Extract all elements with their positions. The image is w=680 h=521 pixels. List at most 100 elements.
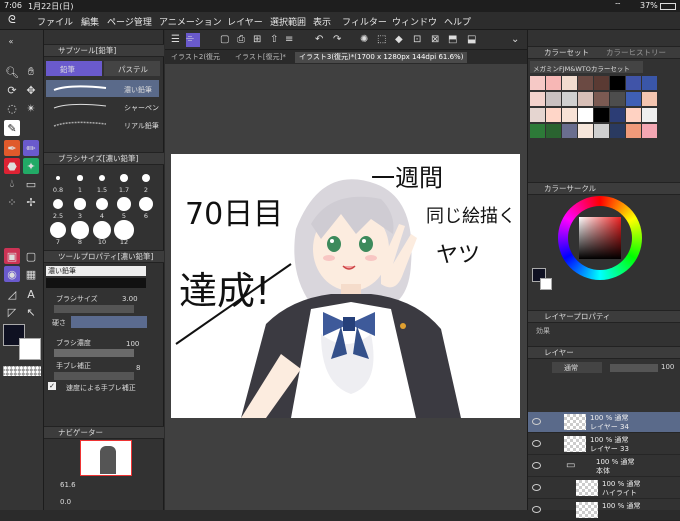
stabilization-slider[interactable] bbox=[54, 372, 134, 380]
color-swatch[interactable] bbox=[642, 124, 657, 138]
menu-animation[interactable]: アニメーション bbox=[159, 15, 222, 28]
color-swatch[interactable] bbox=[642, 92, 657, 106]
artwork-canvas[interactable]: 70日目 達成! 一週間 同じ絵描く ヤツ bbox=[171, 154, 520, 418]
colorset-tab[interactable]: カラーセット カラーヒストリー bbox=[528, 46, 680, 59]
expand-icon[interactable]: ⌄ bbox=[511, 34, 519, 45]
color-swatch[interactable] bbox=[610, 92, 625, 106]
layer-opacity-value[interactable]: 100 bbox=[661, 363, 674, 371]
hand-tool-icon[interactable]: ✋︎ bbox=[23, 64, 39, 80]
text-tool-icon[interactable]: A bbox=[23, 286, 39, 302]
ruler-tool-icon[interactable]: ◿ bbox=[4, 286, 20, 302]
decoration-tool-icon[interactable]: ⁘ bbox=[4, 194, 20, 210]
brush-tool-icon[interactable]: ⬣ bbox=[4, 158, 20, 174]
quick-access-icon[interactable]: ≡ bbox=[285, 34, 293, 45]
move-tool-icon[interactable]: ✥ bbox=[23, 82, 39, 98]
menu-page[interactable]: ページ管理 bbox=[107, 15, 152, 28]
color-swatch[interactable] bbox=[594, 76, 609, 90]
color-swatch[interactable] bbox=[610, 108, 625, 122]
save-icon[interactable]: ⊞ bbox=[253, 34, 261, 45]
airbrush-tool-icon[interactable]: ✦ bbox=[23, 158, 39, 174]
brush-size-slider[interactable] bbox=[54, 305, 134, 313]
navigator-zoom-value[interactable]: 61.6 bbox=[60, 481, 76, 489]
color-swatch[interactable] bbox=[530, 108, 545, 122]
colorhistory-tab[interactable]: カラーヒストリー bbox=[606, 47, 666, 59]
menu-file[interactable]: ファイル bbox=[37, 15, 73, 28]
app-logo-icon[interactable]: ᘓ bbox=[8, 13, 16, 27]
brush-size-preset[interactable] bbox=[53, 199, 63, 209]
fill-selection-icon[interactable]: ◆ bbox=[395, 34, 403, 45]
color-swatch[interactable] bbox=[594, 92, 609, 106]
crop-icon[interactable]: ⬓ bbox=[467, 34, 476, 45]
color-swatch[interactable] bbox=[530, 92, 545, 106]
brush-size-preset[interactable] bbox=[117, 197, 131, 211]
color-swatch[interactable] bbox=[642, 76, 657, 90]
layer-opacity-slider[interactable] bbox=[610, 364, 658, 372]
eyedropper-icon[interactable]: ✎ bbox=[4, 120, 20, 136]
brush-size-preset[interactable] bbox=[92, 220, 112, 240]
fill-tool-icon[interactable]: ✢ bbox=[23, 194, 39, 210]
colorset-dropdown[interactable]: メガミンFJM&WTOカラーセット bbox=[530, 61, 643, 73]
density-value[interactable]: 100 bbox=[126, 340, 139, 348]
color-swatch[interactable] bbox=[546, 124, 561, 138]
color-swatch[interactable] bbox=[594, 108, 609, 122]
color-swatch[interactable] bbox=[578, 108, 593, 122]
menu-selection[interactable]: 選択範囲 bbox=[270, 15, 306, 28]
gradient-tool-icon[interactable]: ▣ bbox=[4, 248, 20, 264]
menu-help[interactable]: ヘルプ bbox=[444, 15, 471, 28]
redo-icon[interactable]: ↷ bbox=[333, 34, 341, 45]
menu-edit[interactable]: 編集 bbox=[81, 15, 99, 28]
color-swatch[interactable] bbox=[562, 124, 577, 138]
color-swatch[interactable] bbox=[578, 124, 593, 138]
subtool-item-dark-pencil[interactable]: 濃い鉛筆 bbox=[46, 80, 159, 97]
navigator-angle-value[interactable]: 0.0 bbox=[60, 498, 71, 506]
clear-icon[interactable]: ⬚ bbox=[377, 34, 386, 45]
color-swatch[interactable] bbox=[594, 124, 609, 138]
color-swatch[interactable] bbox=[610, 124, 625, 138]
visibility-icon[interactable] bbox=[532, 440, 541, 447]
saturation-value-box[interactable] bbox=[579, 217, 621, 259]
color-swatch[interactable] bbox=[562, 76, 577, 90]
collapse-icon[interactable]: « bbox=[3, 33, 19, 49]
color-swatch[interactable] bbox=[626, 124, 641, 138]
color-swatch[interactable] bbox=[626, 92, 641, 106]
transparent-color-swatch[interactable] bbox=[3, 366, 41, 376]
subtool-group-pastel[interactable]: パステル bbox=[104, 61, 160, 76]
speed-stab-checkbox[interactable]: ✓ bbox=[48, 382, 56, 390]
menu-filter[interactable]: フィルター bbox=[342, 15, 387, 28]
subtool-item-real-pencil[interactable]: リアル鉛筆 bbox=[46, 116, 159, 133]
color-swatch[interactable] bbox=[546, 92, 561, 106]
brush-size-preset[interactable] bbox=[95, 197, 109, 211]
color-swatch[interactable] bbox=[562, 92, 577, 106]
pencil-tool-icon[interactable]: ✏ bbox=[23, 140, 39, 156]
brush-size-preset[interactable] bbox=[138, 196, 154, 212]
rotate-tool-icon[interactable]: ⟳ bbox=[4, 82, 20, 98]
brush-size-preset[interactable] bbox=[77, 175, 83, 181]
tab-illust3[interactable]: イラスト3(復元)*(1700 x 1280px 144dpi 61.6%) bbox=[295, 52, 468, 63]
menu-layer[interactable]: レイヤー bbox=[227, 15, 263, 28]
tab-illust2[interactable]: イラスト2(復元 bbox=[167, 52, 224, 63]
color-swatch[interactable] bbox=[530, 76, 545, 90]
color-swatch[interactable] bbox=[578, 76, 593, 90]
cc-sub-color[interactable] bbox=[540, 278, 552, 290]
menu-window[interactable]: ウィンドウ bbox=[392, 15, 437, 28]
color-swatch[interactable] bbox=[530, 124, 545, 138]
undo-icon[interactable]: ↶ bbox=[315, 34, 323, 45]
brush-size-preset[interactable] bbox=[74, 198, 86, 210]
density-slider[interactable] bbox=[54, 349, 134, 357]
color-swatch[interactable] bbox=[626, 76, 641, 90]
invert-selection-icon[interactable]: ⬒ bbox=[448, 34, 457, 45]
color-swatch[interactable] bbox=[546, 108, 561, 122]
figure-tool-icon[interactable]: ▢ bbox=[23, 248, 39, 264]
brush-size-preset[interactable] bbox=[120, 174, 128, 182]
menu-icon[interactable]: ☰ bbox=[171, 34, 180, 45]
color-swatch[interactable] bbox=[610, 76, 625, 90]
brush-size-preset[interactable] bbox=[56, 176, 60, 180]
layer-row[interactable]: 100 % 通常 レイヤー 34 bbox=[528, 412, 680, 433]
visibility-icon[interactable] bbox=[532, 418, 541, 425]
blend-tool-icon[interactable]: 💧︎ bbox=[4, 176, 20, 192]
brush-size-preset[interactable] bbox=[114, 220, 134, 240]
layer-row[interactable]: 100 % 通常 ハイライト bbox=[528, 478, 680, 499]
subtool-item-mechanical[interactable]: シャーペン bbox=[46, 98, 159, 115]
zoom-tool-icon[interactable]: 🔍︎ bbox=[4, 64, 20, 80]
export-icon[interactable]: ⇧ bbox=[270, 34, 278, 45]
